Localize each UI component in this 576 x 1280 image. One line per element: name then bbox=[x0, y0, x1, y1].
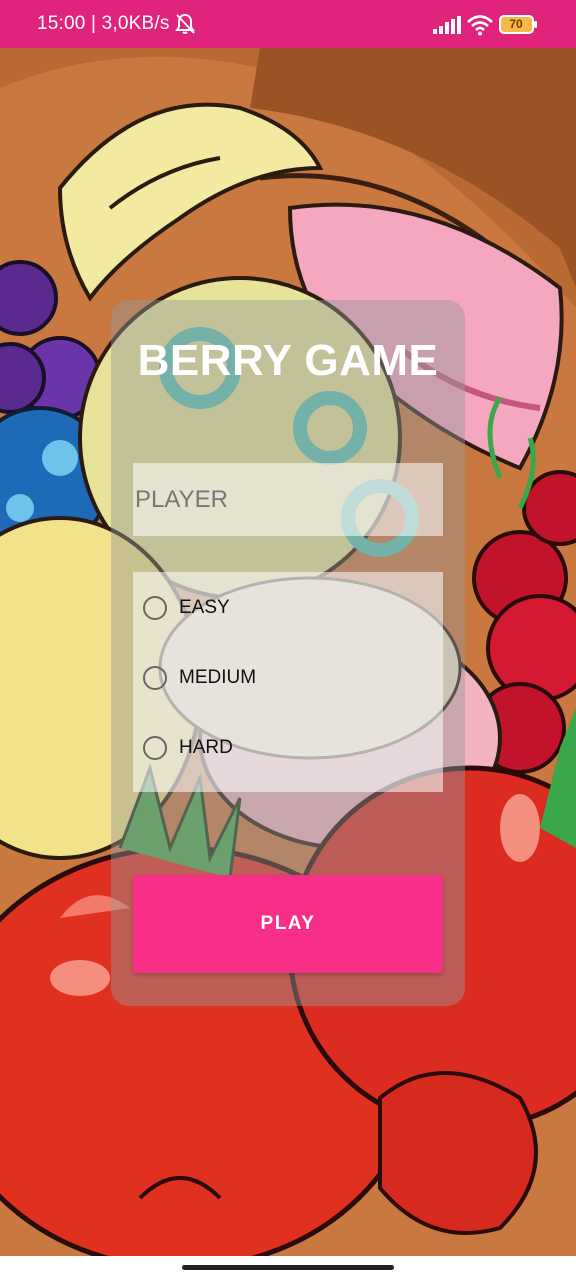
player-name-input[interactable] bbox=[133, 463, 443, 536]
difficulty-radio-group: EASY MEDIUM HARD bbox=[133, 572, 443, 792]
difficulty-option-hard[interactable]: HARD bbox=[143, 728, 233, 768]
status-bar: 15:00 | 3,0KB/s 70 bbox=[0, 0, 576, 48]
difficulty-label-medium: MEDIUM bbox=[179, 667, 257, 688]
radio-button-medium[interactable] bbox=[143, 666, 167, 690]
wifi-icon bbox=[467, 15, 493, 36]
home-indicator[interactable] bbox=[182, 1265, 394, 1270]
bell-muted-icon bbox=[175, 13, 195, 34]
status-time-speed: 15:00 | 3,0KB/s bbox=[37, 13, 170, 34]
radio-button-easy[interactable] bbox=[143, 596, 167, 620]
difficulty-label-hard: HARD bbox=[179, 737, 233, 758]
navigation-bar bbox=[0, 1256, 576, 1280]
battery-level: 70 bbox=[509, 17, 523, 31]
battery-icon: 70 bbox=[499, 15, 539, 34]
signal-icon bbox=[433, 16, 461, 34]
difficulty-option-easy[interactable]: EASY bbox=[143, 588, 230, 628]
play-button[interactable]: PLAY bbox=[133, 875, 443, 973]
difficulty-label-easy: EASY bbox=[179, 597, 230, 618]
difficulty-option-medium[interactable]: MEDIUM bbox=[143, 658, 256, 698]
game-title: BERRY GAME bbox=[137, 336, 439, 385]
login-card: BERRY GAME EASY MEDIUM HARD PLAY bbox=[111, 300, 465, 1006]
radio-button-hard[interactable] bbox=[143, 736, 167, 760]
